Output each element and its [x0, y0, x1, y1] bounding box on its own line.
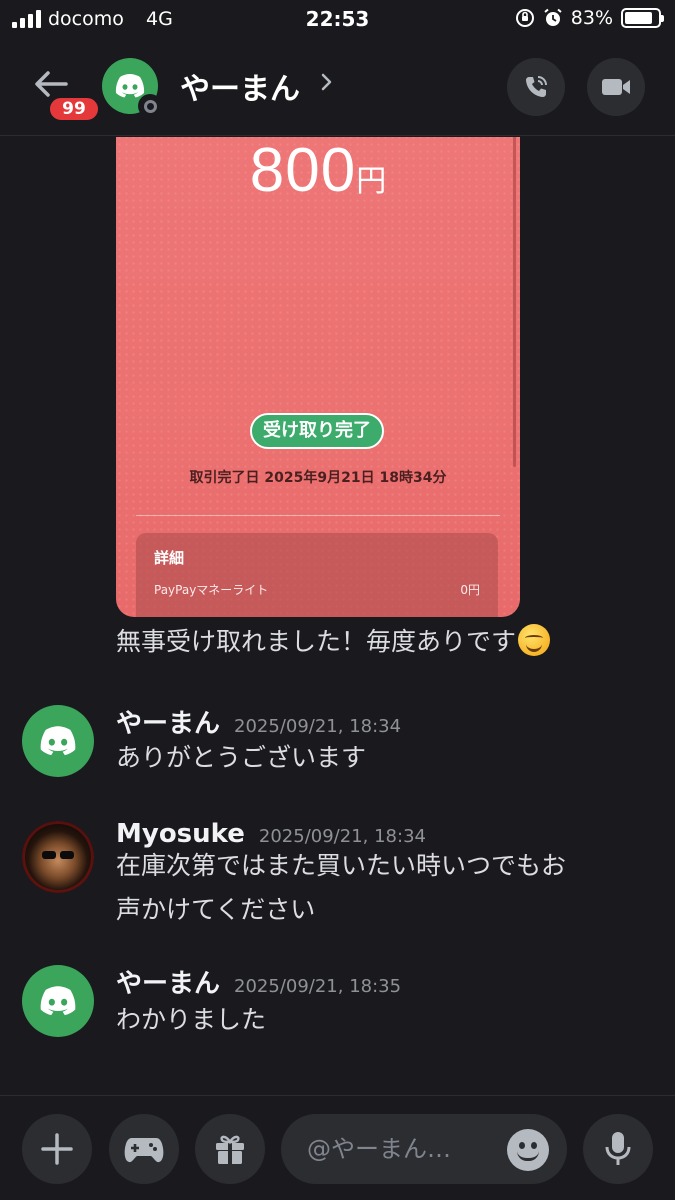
image-attachment[interactable]: 800円 受け取り完了 取引完了日 2025年9月21日 18時34分 詳細 P… — [116, 137, 520, 617]
transaction-date: 取引完了日 2025年9月21日 18時34分 — [189, 470, 447, 486]
detail-row-label: PayPayマネーライト — [154, 583, 269, 597]
phone-call-icon — [526, 76, 547, 97]
video-call-button[interactable] — [587, 58, 645, 116]
message-header: やーまん 2025/09/21, 18:35 — [116, 963, 401, 1000]
payment-detail-box: 詳細 PayPayマネーライト 0円 — [136, 533, 498, 617]
attach-button[interactable] — [22, 1114, 92, 1184]
detail-title: 詳細 — [154, 549, 185, 567]
received-status-pill: 受け取り完了 — [250, 413, 384, 449]
chat-header: 99 やーまん — [0, 40, 675, 136]
video-camera-icon — [602, 79, 630, 95]
status-bar: docomo 4G 22:53 83% — [0, 0, 675, 40]
voice-message-button[interactable] — [583, 1114, 653, 1184]
emoji-picker-button[interactable] — [507, 1129, 549, 1171]
discord-logo-icon — [40, 726, 76, 756]
author-name[interactable]: やーまん — [116, 963, 220, 1000]
smiling-face-emoji-icon — [518, 624, 551, 656]
message-text: 在庫次第ではまた買いたい時いつでもお — [116, 851, 567, 880]
divider — [136, 515, 500, 516]
presence-offline-indicator — [138, 94, 162, 118]
message-list[interactable]: 800円 受け取り完了 取引完了日 2025年9月21日 18時34分 詳細 P… — [0, 137, 675, 1095]
author-name[interactable]: やーまん — [116, 703, 220, 740]
message-text: 声かけてください — [116, 895, 316, 924]
gift-button[interactable] — [195, 1114, 265, 1184]
alarm-clock-icon — [543, 8, 563, 28]
message-text: 無事受け取れました！毎度ありです — [116, 620, 551, 664]
battery-level — [625, 12, 652, 24]
microphone-icon — [605, 1132, 631, 1165]
emoji-icon — [517, 1151, 539, 1161]
message-text: ありがとうございます — [116, 743, 367, 772]
battery-percent: 83% — [570, 7, 613, 29]
discord-logo-icon — [40, 986, 76, 1016]
detail-row-value: 0円 — [460, 583, 480, 597]
voice-call-button[interactable] — [507, 58, 565, 116]
chevron-right-icon[interactable] — [318, 68, 336, 96]
payment-amount: 800円 — [249, 137, 387, 205]
orientation-lock-icon — [515, 8, 535, 28]
avatar[interactable] — [22, 965, 94, 1037]
gift-icon — [216, 1135, 244, 1164]
unread-badge: 99 — [48, 96, 100, 122]
avatar[interactable] — [22, 705, 94, 777]
plus-icon — [41, 1133, 73, 1165]
battery-icon — [621, 8, 664, 28]
message-timestamp: 2025/09/21, 18:35 — [234, 976, 402, 997]
discord-logo-icon — [115, 74, 145, 98]
gamepad-icon — [124, 1138, 164, 1163]
status-right: 83% — [515, 7, 664, 29]
message-timestamp: 2025/09/21, 18:34 — [234, 716, 402, 737]
composer-bar — [0, 1095, 675, 1200]
activities-button[interactable] — [109, 1114, 179, 1184]
avatar[interactable] — [22, 821, 94, 893]
message-text: わかりました — [116, 1005, 267, 1034]
channel-title[interactable]: やーまん — [180, 64, 300, 108]
message-header: やーまん 2025/09/21, 18:34 — [116, 703, 401, 740]
